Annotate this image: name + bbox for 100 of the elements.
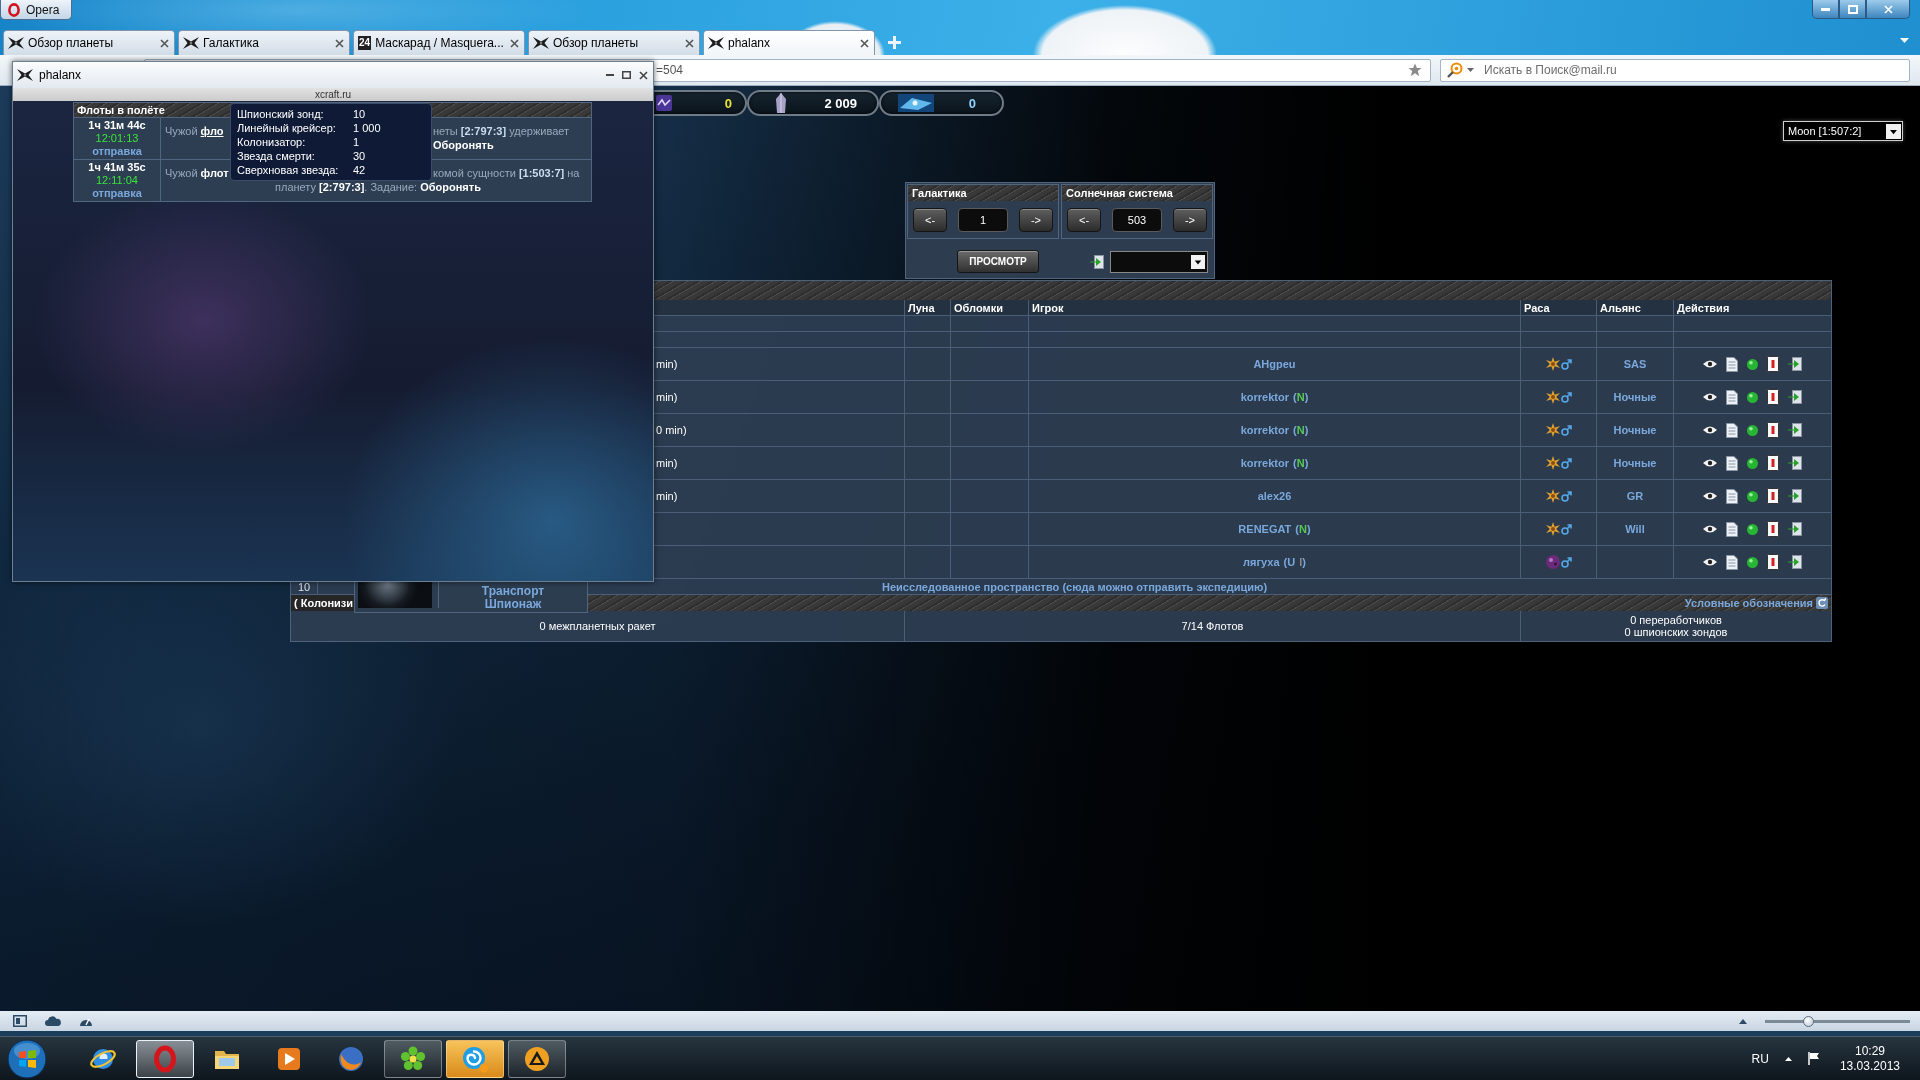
ship-name: Сверхновая звезда: — [237, 163, 340, 177]
arrow-icon[interactable] — [1788, 522, 1802, 536]
male-sign-icon — [1560, 391, 1572, 403]
eye-icon[interactable] — [1703, 524, 1717, 534]
eye-icon[interactable] — [1703, 425, 1717, 435]
close-icon[interactable] — [639, 70, 648, 80]
probe-count: 0 шпионских зондов — [1624, 626, 1728, 638]
status-dot-icon[interactable] — [1747, 523, 1758, 535]
document-icon[interactable] — [1726, 389, 1738, 405]
alliance-link[interactable]: Ночные — [1613, 424, 1657, 436]
flag-icon[interactable] — [1807, 1052, 1820, 1065]
number-field[interactable]: 1 — [958, 208, 1008, 232]
alliance-link[interactable]: Will — [1625, 523, 1645, 535]
legend-link[interactable]: Условные обозначения — [1684, 597, 1813, 609]
panel-icon[interactable] — [13, 1015, 27, 1027]
previous-button[interactable]: <- — [913, 208, 947, 232]
alliance-link[interactable]: GR — [1626, 490, 1644, 502]
taskbar-button[interactable] — [136, 1039, 194, 1078]
note-icon[interactable] — [1767, 422, 1779, 438]
status-dot-icon[interactable] — [1747, 424, 1758, 436]
caret-icon[interactable] — [1739, 1018, 1747, 1024]
document-icon[interactable] — [1726, 521, 1738, 537]
arrow-icon[interactable] — [1090, 254, 1104, 269]
note-icon[interactable] — [1767, 356, 1779, 372]
maximize-icon[interactable] — [622, 71, 631, 79]
arrow-icon[interactable] — [1788, 456, 1802, 470]
document-icon[interactable] — [1726, 422, 1738, 438]
arrow-icon[interactable] — [1788, 489, 1802, 503]
status-dot-icon[interactable] — [1747, 490, 1758, 502]
eye-icon[interactable] — [1703, 392, 1717, 402]
close-button[interactable] — [1866, 0, 1910, 19]
clock-date[interactable]: 13.03.2013 — [1839, 1058, 1900, 1074]
note-icon[interactable] — [1767, 389, 1779, 405]
eye-icon[interactable] — [1703, 557, 1717, 567]
next-button[interactable]: -> — [1173, 208, 1207, 232]
alliance-link[interactable]: Ночные — [1613, 391, 1657, 403]
fleet-link[interactable]: флот — [200, 166, 229, 181]
close-icon[interactable] — [335, 38, 344, 48]
slider-thumb[interactable] — [1802, 1015, 1814, 1027]
arrow-icon[interactable] — [1788, 555, 1802, 569]
close-icon[interactable] — [510, 38, 519, 48]
close-icon[interactable] — [685, 38, 694, 48]
eye-icon[interactable] — [1703, 458, 1717, 468]
player-link[interactable]: korrektor — [1240, 424, 1289, 436]
alliance-link[interactable]: Ночные — [1613, 457, 1657, 469]
next-button[interactable]: -> — [1019, 208, 1053, 232]
browser-tab[interactable]: 24 Маскарад / Masquera... — [353, 30, 525, 55]
browser-tab[interactable]: phalanx — [703, 30, 875, 55]
number-field[interactable]: 503 — [1112, 208, 1162, 232]
alliance-link[interactable]: SAS — [1623, 358, 1647, 370]
player-link[interactable]: RENEGAT — [1238, 523, 1292, 535]
refresh-icon[interactable] — [1816, 597, 1828, 609]
eye-icon[interactable] — [1703, 491, 1717, 501]
action-link[interactable]: Транспорт — [481, 585, 545, 598]
note-icon[interactable] — [1767, 521, 1779, 537]
close-icon[interactable] — [860, 38, 869, 48]
document-icon[interactable] — [1726, 455, 1738, 471]
dropdown-field[interactable] — [1110, 250, 1208, 273]
status-dot-icon[interactable] — [1747, 391, 1758, 403]
status-dot-icon[interactable] — [1747, 556, 1758, 568]
player-link[interactable]: AHgpeu — [1253, 358, 1296, 370]
status-dot-icon[interactable] — [1747, 358, 1758, 370]
player-link[interactable]: korrektor — [1240, 457, 1289, 469]
browser-tab[interactable]: Обзор планеты — [528, 30, 700, 55]
note-icon[interactable] — [1767, 455, 1779, 471]
action-link[interactable]: Шпионаж — [484, 598, 542, 611]
close-icon[interactable] — [160, 38, 169, 48]
start-orb-icon[interactable] — [7, 1038, 47, 1079]
eye-icon[interactable] — [1703, 359, 1717, 369]
note-icon[interactable] — [1767, 554, 1779, 570]
player-link[interactable]: korrektor — [1240, 391, 1289, 403]
note-icon[interactable] — [1767, 488, 1779, 504]
arrow-icon[interactable] — [1788, 357, 1802, 371]
arrow-icon[interactable] — [1788, 423, 1802, 437]
maximize-button[interactable] — [1839, 0, 1866, 19]
menu-button[interactable]: Opera — [0, 0, 72, 20]
mission-status: отправка — [92, 145, 142, 158]
globe-icon[interactable] — [337, 1044, 365, 1073]
star-icon[interactable] — [1408, 63, 1422, 77]
view-button[interactable]: ПРОСМОТР — [957, 250, 1039, 273]
browser-tab[interactable]: Галактика — [178, 30, 350, 55]
document-icon[interactable] — [1726, 554, 1738, 570]
minimize-button[interactable] — [1812, 0, 1839, 19]
countdown-text: 1ч 41м 35с — [88, 161, 146, 174]
caret-icon[interactable] — [1784, 1056, 1792, 1061]
player-link[interactable]: alex26 — [1257, 490, 1292, 502]
fleet-link[interactable]: фло — [200, 124, 224, 139]
document-icon[interactable] — [1726, 488, 1738, 504]
previous-button[interactable]: <- — [1067, 208, 1101, 232]
browser-tab[interactable]: Обзор планеты — [3, 30, 175, 55]
clock-time[interactable]: 10:29 — [1854, 1043, 1885, 1059]
arrival-time: 12:01:13 — [95, 132, 139, 145]
document-icon[interactable] — [1726, 356, 1738, 372]
language-indicator[interactable]: RU — [1751, 1051, 1769, 1066]
cloud-icon[interactable] — [45, 1016, 61, 1026]
search-field[interactable]: Искать в Поиск@mail.ru — [1440, 58, 1910, 82]
player-link[interactable]: лягуха — [1243, 556, 1280, 568]
arrow-icon[interactable] — [1788, 390, 1802, 404]
status-dot-icon[interactable] — [1747, 457, 1758, 469]
planet-select[interactable]: Moon [1:507:2] — [1783, 121, 1903, 141]
